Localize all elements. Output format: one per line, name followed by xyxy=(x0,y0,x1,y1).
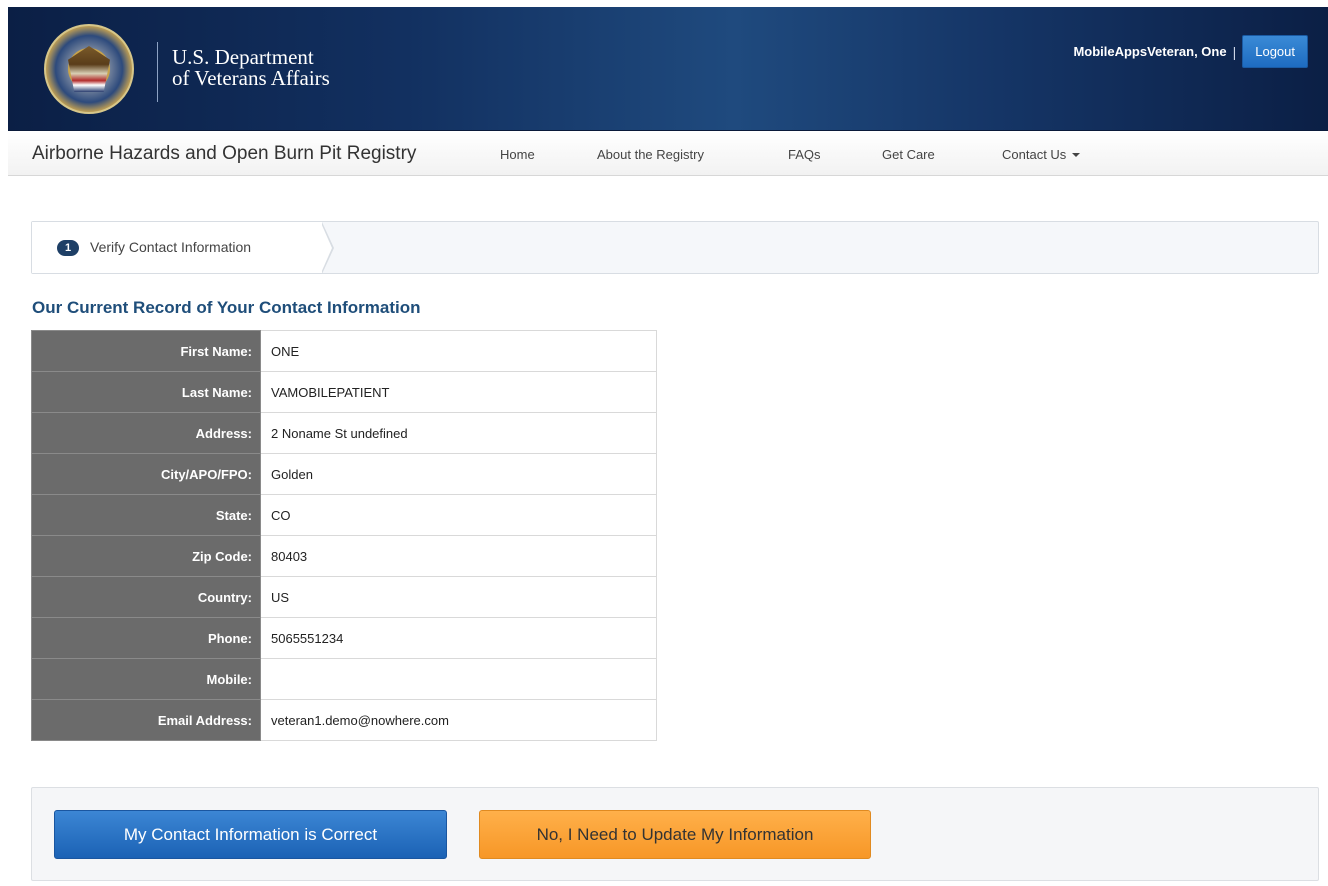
caret-down-icon xyxy=(1072,153,1081,157)
field-value: 5065551234 xyxy=(260,617,657,659)
field-value: ONE xyxy=(260,330,657,372)
field-value: 80403 xyxy=(260,535,657,577)
confirm-contact-button[interactable]: My Contact Information is Correct xyxy=(54,810,447,859)
user-area: MobileAppsVeteran, One | Logout xyxy=(1073,35,1308,68)
nav-item-contact-us[interactable]: Contact Us xyxy=(1002,147,1081,162)
table-row: Mobile: xyxy=(31,658,657,700)
table-row: Last Name: VAMOBILEPATIENT xyxy=(31,371,657,413)
field-value: Golden xyxy=(260,453,657,495)
table-row: Zip Code: 80403 xyxy=(31,535,657,577)
step-number-badge: 1 xyxy=(57,240,79,256)
field-label: City/APO/FPO: xyxy=(31,453,261,495)
nav-item-home[interactable]: Home xyxy=(500,147,535,162)
field-label: Mobile: xyxy=(31,658,261,700)
nav-item-faqs[interactable]: FAQs xyxy=(788,147,821,162)
table-row: Country: US xyxy=(31,576,657,618)
table-row: State: CO xyxy=(31,494,657,536)
eagle-emblem-icon xyxy=(68,46,110,92)
field-label: Email Address: xyxy=(31,699,261,741)
nav-item-contact-us-label: Contact Us xyxy=(1002,147,1067,162)
field-label: Phone: xyxy=(31,617,261,659)
field-value: CO xyxy=(260,494,657,536)
step-progress-bar: 1 Verify Contact Information xyxy=(31,221,1319,274)
nav-item-get-care[interactable]: Get Care xyxy=(882,147,935,162)
user-name: MobileAppsVeteran, One xyxy=(1073,44,1227,59)
main-navbar: Airborne Hazards and Open Burn Pit Regis… xyxy=(8,131,1328,176)
field-label: First Name: xyxy=(31,330,261,372)
registry-brand-link[interactable]: Airborne Hazards and Open Burn Pit Regis… xyxy=(32,143,416,165)
logo-divider xyxy=(157,42,158,102)
table-row: First Name: ONE xyxy=(31,330,657,372)
user-separator: | xyxy=(1232,43,1237,60)
step-arrow xyxy=(321,223,332,273)
field-label: Zip Code: xyxy=(31,535,261,577)
field-label: Country: xyxy=(31,576,261,618)
field-value: VAMOBILEPATIENT xyxy=(260,371,657,413)
table-row: Email Address: veteran1.demo@nowhere.com xyxy=(31,699,657,741)
update-contact-button[interactable]: No, I Need to Update My Information xyxy=(479,810,871,859)
department-line-2: of Veterans Affairs xyxy=(172,66,330,90)
site-header: U.S. Department of Veterans Affairs Mobi… xyxy=(8,7,1328,131)
va-seal-logo[interactable] xyxy=(44,24,134,114)
table-row: City/APO/FPO: Golden xyxy=(31,453,657,495)
field-value: 2 Noname St undefined xyxy=(260,412,657,454)
table-row: Phone: 5065551234 xyxy=(31,617,657,659)
table-row: Address: 2 Noname St undefined xyxy=(31,412,657,454)
field-value: veteran1.demo@nowhere.com xyxy=(260,699,657,741)
action-bar: My Contact Information is Correct No, I … xyxy=(31,787,1319,881)
department-line-1: U.S. Department xyxy=(172,45,314,69)
department-name[interactable]: U.S. Department of Veterans Affairs xyxy=(172,47,330,89)
section-title: Our Current Record of Your Contact Infor… xyxy=(32,298,421,317)
field-label: Last Name: xyxy=(31,371,261,413)
field-label: Address: xyxy=(31,412,261,454)
field-label: State: xyxy=(31,494,261,536)
step-label: Verify Contact Information xyxy=(90,239,252,255)
field-value: US xyxy=(260,576,657,618)
contact-info-table: First Name: ONE Last Name: VAMOBILEPATIENT A… xyxy=(31,330,657,741)
field-value xyxy=(260,658,657,700)
logout-button[interactable]: Logout xyxy=(1242,35,1308,68)
nav-item-about[interactable]: About the Registry xyxy=(597,147,704,162)
